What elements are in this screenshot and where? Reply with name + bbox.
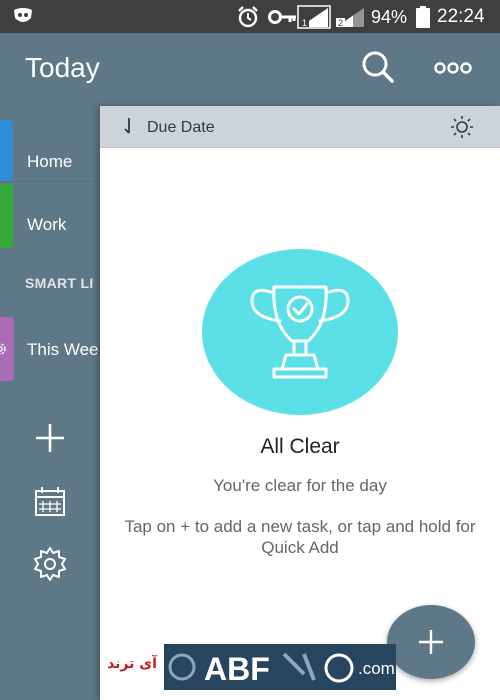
battery-icon: [416, 6, 430, 28]
sort-label: Due Date: [147, 119, 215, 136]
sort-down-icon: [124, 118, 130, 134]
smart-lists-heading: SMART LI: [25, 275, 94, 291]
sidebar-item-work[interactable]: Work: [0, 184, 100, 248]
search-icon[interactable]: [358, 48, 398, 88]
signal-sim2-icon: 2: [336, 8, 364, 28]
sidebar-item-label: Work: [27, 215, 67, 234]
sidebar-item-label: This Wee: [27, 340, 99, 359]
all-clear-illustration: [202, 249, 398, 415]
app-shield-icon: [14, 8, 32, 22]
watermark-logo: آی ترند ABF .com: [100, 644, 396, 690]
trophy-icon: [250, 285, 350, 379]
sidebar-item-label: Home: [27, 152, 73, 171]
add-task-button[interactable]: [387, 605, 475, 679]
sidebar: Home Work SMART LI This Wee: [0, 106, 100, 700]
watermark-domain: .com: [358, 659, 395, 678]
gear-icon: [0, 343, 6, 355]
status-clock: 22:24: [437, 6, 485, 27]
app-header: Today: [0, 33, 500, 106]
svg-text:1: 1: [302, 18, 307, 28]
svg-text:2: 2: [338, 18, 343, 28]
page-title: Today: [25, 52, 100, 83]
sort-bar[interactable]: Due Date: [100, 106, 500, 148]
calendar-icon[interactable]: [30, 482, 70, 522]
add-list-icon[interactable]: [30, 418, 70, 458]
more-options-icon[interactable]: [430, 55, 476, 81]
settings-icon[interactable]: [30, 544, 70, 584]
alarm-clock-icon: [238, 6, 258, 28]
list-color-bar: [0, 184, 13, 248]
task-panel: Due Date All Clear You're clear for the …: [100, 106, 500, 700]
key-icon: [268, 10, 296, 24]
sidebar-item-this-week[interactable]: This Wee: [0, 317, 100, 381]
empty-state-subtitle: You're clear for the day: [213, 476, 387, 495]
svg-text:ABF: ABF: [204, 651, 270, 687]
signal-sim1-icon: 1: [297, 5, 331, 29]
watermark-persian-text: آی ترند: [100, 644, 164, 690]
list-color-bar: [0, 120, 13, 181]
empty-state-title: All Clear: [260, 435, 340, 458]
plus-icon: [419, 630, 443, 654]
sidebar-item-home[interactable]: Home: [0, 120, 100, 182]
sun-icon[interactable]: [450, 115, 474, 139]
empty-state-hint: Tap on + to add a new task, or tap and h…: [124, 517, 476, 557]
status-bar: 1 2 94% 22:24: [0, 0, 500, 33]
battery-percent: 94%: [371, 7, 408, 27]
